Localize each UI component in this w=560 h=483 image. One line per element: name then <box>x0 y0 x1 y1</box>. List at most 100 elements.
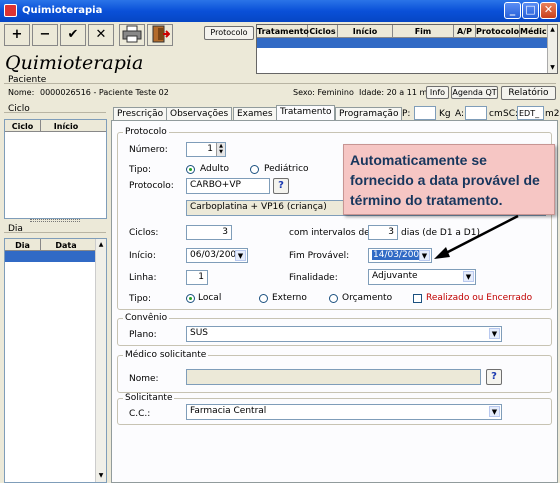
pediatrico-label: Pediátrico <box>264 164 309 174</box>
local-radio[interactable] <box>186 294 195 303</box>
tab-prescricao[interactable]: Prescrição <box>113 107 168 121</box>
m2-label: m2 <box>545 109 560 119</box>
door-exit-icon <box>152 25 171 43</box>
finalidade-label: Finalidade: <box>289 273 338 283</box>
cc-label: C.C.: <box>129 409 151 419</box>
col-ciclos[interactable]: Ciclos <box>308 25 338 37</box>
confirm-button[interactable]: ✔ <box>60 24 86 46</box>
col-ciclo-inicio[interactable]: Início <box>41 120 91 131</box>
col-tratamento[interactable]: Tratamento <box>257 25 309 37</box>
spinner-arrows-icon[interactable]: ▲ ▼ <box>216 143 225 156</box>
protocolo-field[interactable]: CARBO+VP <box>186 178 270 194</box>
plano-select[interactable]: SUS ▼ <box>186 326 502 342</box>
tipo-label: Tipo: <box>129 165 151 175</box>
callout-arrow-icon <box>434 214 519 259</box>
linha-label: Linha: <box>129 273 157 283</box>
scroll-down-icon: ▼ <box>98 472 104 479</box>
protocolo-label: Protocolo: <box>129 181 174 191</box>
sc-label: SC: <box>503 109 519 119</box>
medico-search-button[interactable]: ? <box>486 369 502 385</box>
col-protocolo[interactable]: Protocolo <box>476 25 520 37</box>
externo-radio[interactable] <box>259 294 268 303</box>
treatment-grid[interactable]: Tratamento Ciclos Início Fim A/P Protoco… <box>256 24 558 74</box>
fim-datepicker[interactable]: 14/03/2009 ▼ <box>368 248 432 263</box>
sc-field[interactable]: EDT_ <box>517 106 544 120</box>
inicio-datepicker[interactable]: 06/03/2009 ▼ <box>186 248 248 263</box>
chevron-down-icon[interactable]: ▼ <box>489 406 500 417</box>
convenio-legend: Convênio <box>123 313 170 323</box>
chevron-down-icon[interactable]: ▼ <box>489 328 500 339</box>
col-medico[interactable]: Médico <box>520 25 552 37</box>
pediatrico-radio[interactable] <box>250 165 259 174</box>
grid-scrollbar[interactable]: ▲ ▼ <box>547 25 557 73</box>
cm-label: cm <box>489 109 503 119</box>
linha-field[interactable]: 1 <box>186 270 208 285</box>
chevron-down-icon[interactable]: ▼ <box>463 271 474 282</box>
dia-list[interactable]: Dia Data ▲ ▼ <box>4 238 107 483</box>
ciclos-field[interactable]: 3 <box>186 225 232 240</box>
minimize-button[interactable]: _ <box>504 2 521 19</box>
medico-legend: Médico solicitante <box>123 350 209 360</box>
close-button[interactable]: ✕ <box>540 2 557 19</box>
realizado-label: Realizado ou Encerrado <box>426 293 533 303</box>
tab-tratamento[interactable]: Tratamento <box>276 105 336 121</box>
ciclo-list[interactable]: Ciclo Início <box>4 119 107 219</box>
scroll-up-icon: ▲ <box>98 241 104 248</box>
maximize-button[interactable]: □ <box>522 2 539 19</box>
protocolo-search-button[interactable]: ? <box>273 178 289 194</box>
protocolo-button[interactable]: Protocolo <box>204 26 254 40</box>
finalidade-select[interactable]: Adjuvante ▼ <box>368 269 476 285</box>
app-title: Quimioterapia <box>5 52 144 74</box>
intervalo-label: com intervalos de <box>289 228 370 238</box>
scroll-up-icon: ▲ <box>550 26 555 33</box>
adulto-radio[interactable] <box>186 165 195 174</box>
divider <box>4 232 106 233</box>
col-ciclo[interactable]: Ciclo <box>5 120 41 131</box>
scroll-down-icon: ▼ <box>550 64 555 71</box>
tab-exames[interactable]: Exames <box>233 107 277 121</box>
col-dia[interactable]: Dia <box>5 239 41 250</box>
patient-name-label: Nome: <box>8 88 35 97</box>
col-data[interactable]: Data <box>41 239 91 250</box>
cc-select[interactable]: Farmacia Central ▼ <box>186 404 502 420</box>
peso-field[interactable] <box>414 106 436 120</box>
divider <box>4 112 106 113</box>
add-button[interactable]: + <box>4 24 30 46</box>
altura-field[interactable] <box>465 106 487 120</box>
info-button[interactable]: Info <box>426 86 449 99</box>
exit-button[interactable] <box>147 24 173 46</box>
window-title: Quimioterapia <box>22 5 103 16</box>
chevron-down-icon[interactable]: ▼ <box>235 250 246 261</box>
medico-nome-label: Nome: <box>129 374 159 384</box>
orcamento-radio[interactable] <box>329 294 338 303</box>
intervalo-field[interactable]: 3 <box>368 225 398 240</box>
numero-stepper[interactable]: 1 ▲ ▼ <box>186 142 226 157</box>
splitter-handle[interactable] <box>30 219 80 222</box>
print-button[interactable] <box>119 24 145 46</box>
adulto-label: Adulto <box>200 164 229 174</box>
chevron-down-icon[interactable]: ▼ <box>419 250 430 261</box>
orcamento-label: Orçamento <box>342 293 393 303</box>
remove-button[interactable]: − <box>32 24 58 46</box>
dia-scrollbar[interactable]: ▲ ▼ <box>95 239 106 482</box>
patient-age: Idade: 20 a 11 m <box>359 88 428 97</box>
inicio-label: Início: <box>129 251 156 261</box>
medico-nome-field[interactable] <box>186 369 481 385</box>
col-fim[interactable]: Fim <box>393 25 454 37</box>
relatorio-button[interactable]: Relatório <box>501 86 556 100</box>
numero-label: Número: <box>129 145 168 155</box>
cancel-button[interactable]: ✕ <box>88 24 114 46</box>
tab-observacoes[interactable]: Observações <box>166 107 233 121</box>
numero-value: 1 <box>207 144 213 154</box>
externo-label: Externo <box>272 293 307 303</box>
col-ap[interactable]: A/P <box>454 25 476 37</box>
agenda-qt-button[interactable]: Agenda QT <box>451 86 498 99</box>
table-row[interactable] <box>257 38 547 48</box>
fim-value: 14/03/2009 <box>372 250 426 260</box>
tab-programacao[interactable]: Programação <box>335 107 403 121</box>
table-row[interactable] <box>5 251 95 262</box>
protocolo-legend: Protocolo <box>123 127 169 137</box>
col-inicio[interactable]: Início <box>338 25 393 37</box>
realizado-checkbox[interactable] <box>413 294 422 303</box>
finalidade-value: Adjuvante <box>372 271 418 281</box>
